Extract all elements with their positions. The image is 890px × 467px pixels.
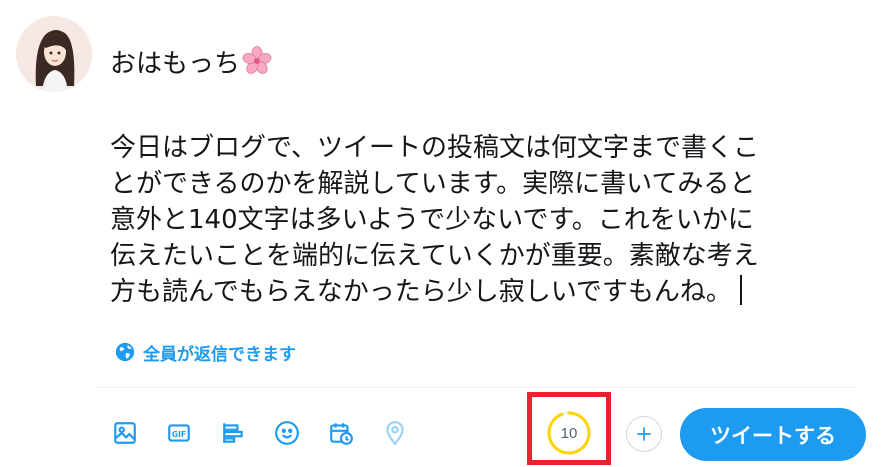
emoji-button[interactable] (270, 416, 304, 450)
tweet-text-line: 意外と140文字は多いようで少ないです。これをいかに (110, 205, 754, 235)
gif-icon: GIF (168, 424, 190, 442)
counter-value: 10 (560, 424, 578, 442)
emoji-icon (275, 421, 299, 445)
location-icon (386, 421, 404, 446)
compose-toolbar: GIF (108, 416, 412, 450)
poll-icon (223, 423, 243, 443)
divider (96, 387, 856, 388)
plus-icon (637, 427, 651, 441)
tweet-text-line: とができるのかを解説しています。実際に書いてみると (110, 169, 756, 199)
poll-button[interactable] (216, 416, 250, 450)
gif-icon-label: GIF (172, 430, 186, 439)
character-counter: 10 (545, 409, 593, 457)
text-caret (739, 275, 742, 305)
tweet-textarea[interactable]: おはもっち 今日はブログで、ツイートの投稿文は何文字まで書くこ とができるのかを… (110, 46, 870, 310)
cherry-blossom-icon (242, 46, 272, 76)
add-tweet-button[interactable] (626, 416, 662, 452)
tweet-text-line: 方も読んでもらえなかったら少し寂しいですもんね。 (110, 274, 870, 310)
tweet-text-line: 伝えたいことを端的に伝えていくかが重要。素敵な考え (110, 241, 759, 271)
media-button[interactable] (108, 416, 142, 450)
schedule-icon (330, 423, 353, 445)
reply-setting-label: 全員が返信できます (143, 344, 296, 365)
location-button[interactable] (378, 416, 412, 450)
tweet-button[interactable]: ツイートする (680, 408, 866, 461)
reply-setting-button[interactable]: 全員が返信できます (115, 339, 296, 365)
avatar[interactable] (16, 16, 92, 92)
image-icon (114, 422, 136, 444)
tweet-greeting-line: おはもっち (110, 46, 870, 82)
avatar-portrait-image (16, 16, 92, 92)
gif-button[interactable]: GIF (162, 416, 196, 450)
globe-icon (115, 342, 135, 362)
schedule-button[interactable] (324, 416, 358, 450)
tweet-text-line: 今日はブログで、ツイートの投稿文は何文字まで書くこ (110, 133, 759, 163)
